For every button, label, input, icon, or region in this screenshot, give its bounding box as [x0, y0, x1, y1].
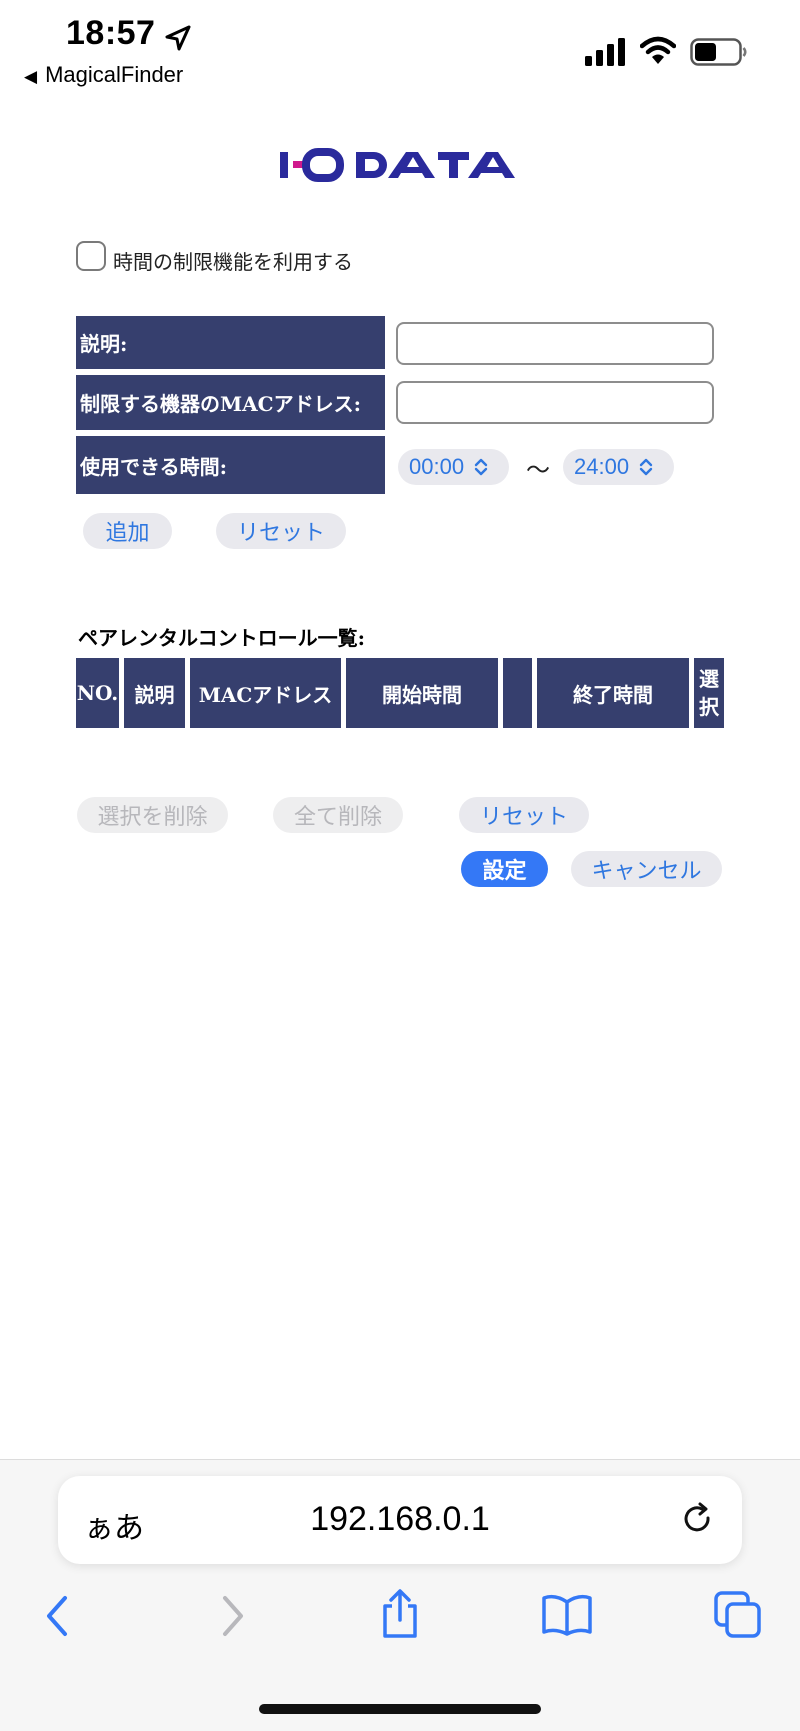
description-input[interactable]: [396, 322, 714, 365]
description-label: 説明:: [76, 316, 385, 369]
reset-button[interactable]: リセット: [459, 797, 589, 833]
end-time-select[interactable]: 24:00: [563, 449, 674, 485]
time-range-separator: ～: [526, 456, 550, 484]
cancel-button[interactable]: キャンセル: [571, 851, 722, 887]
start-time-value: 00:00: [409, 454, 465, 479]
start-time-select[interactable]: 00:00: [398, 449, 509, 485]
back-app-label: MagicalFinder: [45, 62, 184, 87]
home-indicator: [259, 1704, 541, 1714]
location-arrow-icon: [165, 25, 191, 51]
reload-icon[interactable]: [678, 1500, 718, 1540]
enable-time-limit-label: 時間の制限機能を利用する: [113, 250, 353, 274]
iodata-logo: [280, 148, 515, 182]
mac-address-label: 制限する機器のMACアドレス:: [76, 375, 385, 430]
col-header-end-time: 終了時間: [537, 658, 689, 728]
apply-button[interactable]: 設定: [461, 851, 548, 887]
add-button[interactable]: 追加: [83, 513, 172, 549]
share-icon[interactable]: [377, 1588, 423, 1640]
col-header-no: NO.: [76, 658, 119, 728]
list-title: ペアレンタルコントロール一覧:: [78, 626, 365, 650]
col-header-blank: [503, 658, 532, 728]
cellular-signal-icon: [585, 38, 625, 66]
form-reset-button[interactable]: リセット: [216, 513, 346, 549]
col-header-select: 選 択: [694, 658, 724, 728]
status-time: 18:57: [66, 14, 156, 52]
back-triangle-icon: ◀: [24, 67, 38, 86]
chevron-updown-icon: [639, 458, 653, 476]
col-header-select-line2: 択: [699, 695, 719, 719]
col-header-description: 説明: [124, 658, 185, 728]
col-header-mac: MACアドレス: [190, 658, 341, 728]
end-time-value: 24:00: [574, 454, 630, 479]
delete-all-button[interactable]: 全て削除: [273, 797, 403, 833]
bookmarks-icon[interactable]: [541, 1592, 593, 1638]
wifi-icon: [640, 36, 676, 64]
battery-icon: [690, 38, 747, 66]
back-to-app-link[interactable]: ◀ MagicalFinder: [24, 62, 183, 88]
enable-time-limit-checkbox[interactable]: [76, 241, 106, 271]
delete-selected-button[interactable]: 選択を削除: [77, 797, 228, 833]
back-icon[interactable]: [36, 1592, 82, 1640]
usable-time-label: 使用できる時間:: [76, 436, 385, 494]
tabs-icon[interactable]: [713, 1590, 763, 1640]
col-header-start-time: 開始時間: [346, 658, 498, 728]
forward-icon[interactable]: [208, 1592, 254, 1640]
mac-address-input[interactable]: [396, 381, 714, 424]
col-header-select-line1: 選: [699, 667, 719, 691]
chevron-updown-icon: [474, 458, 488, 476]
